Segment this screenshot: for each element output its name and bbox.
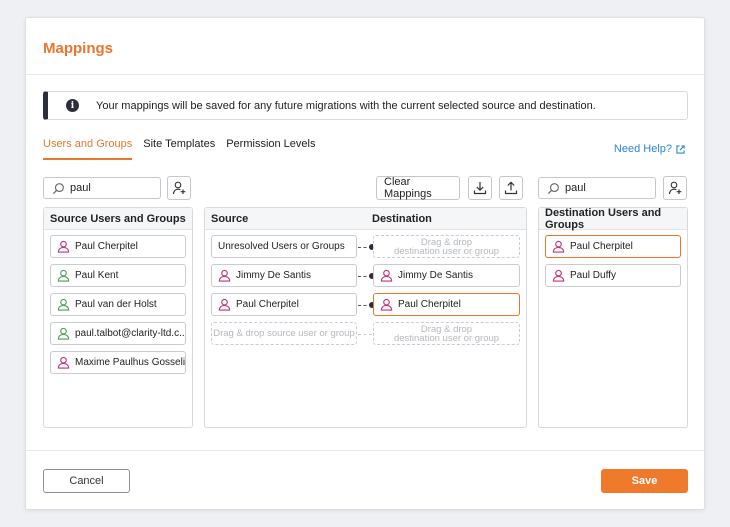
header-divider	[26, 74, 704, 75]
destination-user-item-selected[interactable]: Paul Cherpitel	[545, 235, 681, 258]
source-user-item[interactable]: Paul Kent	[50, 264, 186, 287]
download-icon	[473, 182, 487, 195]
user-name: Paul Kent	[75, 270, 119, 281]
clear-mappings-button[interactable]: Clear Mappings	[376, 176, 460, 200]
user-icon	[57, 356, 70, 369]
destination-panel-title: Destination Users and Groups	[539, 207, 687, 231]
user-icon	[218, 298, 231, 311]
mapping-source-item[interactable]: Paul Cherpitel	[211, 293, 357, 316]
add-user-icon	[668, 181, 682, 195]
add-destination-user-button[interactable]	[663, 176, 687, 200]
save-button[interactable]: Save	[601, 469, 688, 493]
source-user-item[interactable]: Paul van der Holst	[50, 293, 186, 316]
source-panel-title: Source Users and Groups	[44, 208, 192, 230]
user-icon	[380, 269, 393, 282]
user-icon	[57, 327, 70, 340]
need-help-label: Need Help?	[613, 143, 672, 155]
mapping-panel-header: Source Destination	[205, 208, 526, 230]
user-name: Paul van der Holst	[75, 299, 157, 310]
download-button[interactable]	[468, 176, 492, 200]
source-user-item[interactable]: paul.talbot@clarity-ltd.c...	[50, 322, 186, 345]
user-name: Maxime Paulhus Gosselin	[75, 357, 186, 368]
cancel-button[interactable]: Cancel	[43, 469, 130, 493]
search-icon	[52, 182, 64, 194]
source-user-item[interactable]: Paul Cherpitel	[50, 235, 186, 258]
mapping-source-label: Unresolved Users or Groups	[218, 241, 345, 252]
info-icon: i	[66, 99, 79, 112]
user-icon	[57, 298, 70, 311]
mapping-source-unresolved[interactable]: Unresolved Users or Groups	[211, 235, 357, 258]
mapping-source-item[interactable]: Jimmy De Santis	[211, 264, 357, 287]
mappings-dialog: Mappings i Your mappings will be saved f…	[25, 17, 705, 510]
user-icon	[57, 269, 70, 282]
dialog-title: Mappings	[43, 40, 113, 57]
external-link-icon	[676, 144, 685, 154]
user-name: Jimmy De Santis	[398, 270, 474, 281]
user-name: Paul Duffy	[570, 270, 616, 281]
search-icon	[547, 182, 559, 194]
user-name: Paul Cherpitel	[570, 241, 633, 252]
destination-search-box	[538, 177, 656, 199]
user-name: Paul Cherpitel	[398, 299, 461, 310]
source-drop-label: Drag & drop source user or group	[213, 328, 355, 339]
destination-drop-zone[interactable]: Drag & drop destination user or group	[373, 322, 520, 345]
source-user-item[interactable]: Maxime Paulhus Gosselin	[50, 351, 186, 374]
footer-divider	[26, 450, 704, 451]
user-name: Jimmy De Santis	[236, 270, 312, 281]
source-column-header: Source	[211, 212, 249, 225]
tab-users-and-groups[interactable]: Users and Groups	[43, 138, 133, 160]
upload-icon	[504, 181, 518, 195]
mapping-connector	[358, 334, 372, 335]
banner-text: Your mappings will be saved for any futu…	[96, 99, 596, 112]
user-icon	[218, 269, 231, 282]
add-source-user-button[interactable]	[167, 176, 191, 200]
mapping-destination-item[interactable]: Jimmy De Santis	[373, 264, 520, 287]
user-icon	[552, 269, 565, 282]
source-drop-zone[interactable]: Drag & drop source user or group	[211, 322, 357, 345]
add-user-icon	[172, 181, 186, 195]
user-icon	[57, 240, 70, 253]
destination-drop-zone[interactable]: Drag & drop destination user or group	[373, 235, 520, 258]
tab-site-templates[interactable]: Site Templates	[143, 138, 215, 160]
destination-drop-label: Drag & drop destination user or group	[393, 323, 500, 344]
upload-button[interactable]	[499, 176, 523, 200]
destination-column-header: Destination	[372, 212, 432, 225]
need-help-link[interactable]: Need Help?	[614, 143, 685, 155]
user-icon	[380, 298, 393, 311]
user-name: Paul Cherpitel	[75, 241, 138, 252]
user-name: paul.talbot@clarity-ltd.c...	[75, 328, 186, 339]
tab-bar: Users and Groups Site Templates Permissi…	[43, 138, 326, 160]
destination-search-input[interactable]	[565, 182, 645, 194]
user-name: Paul Cherpitel	[236, 299, 299, 310]
tab-permission-levels[interactable]: Permission Levels	[226, 138, 315, 160]
source-search-box	[43, 177, 161, 199]
source-search-input[interactable]	[70, 182, 150, 194]
destination-drop-label: Drag & drop destination user or group	[393, 236, 500, 257]
user-icon	[552, 240, 565, 253]
info-banner: i Your mappings will be saved for any fu…	[43, 91, 688, 120]
mapping-destination-item-selected[interactable]: Paul Cherpitel	[373, 293, 520, 316]
destination-user-item[interactable]: Paul Duffy	[545, 264, 681, 287]
